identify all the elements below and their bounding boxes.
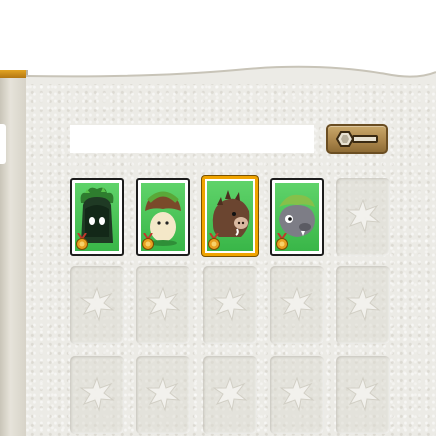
empty-card-slot[interactable] (70, 356, 124, 434)
empty-card-slot[interactable] (336, 356, 390, 434)
card-grid (68, 176, 392, 436)
leaf-emblem-icon (79, 286, 115, 322)
empty-card-slot[interactable] (270, 356, 324, 434)
medal-icon (142, 233, 154, 250)
magnifier-icon (335, 131, 378, 147)
mushmom-sprout-art (141, 183, 185, 251)
iron-hog-art (275, 183, 319, 251)
medal-icon (276, 233, 288, 250)
leaf-emblem-icon (345, 286, 381, 322)
empty-card-slot[interactable] (70, 266, 124, 344)
monster-card-mushmom-sprout[interactable] (136, 178, 190, 256)
empty-card-slot[interactable] (136, 356, 190, 434)
search-button[interactable] (326, 124, 388, 154)
monster-card-iron-hog[interactable] (270, 178, 324, 256)
empty-card-slot[interactable] (203, 266, 257, 344)
empty-card-slot[interactable] (136, 266, 190, 344)
empty-card-slot[interactable] (203, 356, 257, 434)
leaf-emblem-icon (212, 286, 248, 322)
book-tab[interactable] (0, 124, 6, 164)
empty-card-slot[interactable] (336, 266, 390, 344)
book-spine (0, 70, 28, 436)
leaf-emblem-icon (279, 376, 315, 412)
search-input[interactable] (70, 125, 314, 153)
leaf-emblem-icon (212, 376, 248, 412)
monster-card-dark-stump[interactable] (70, 178, 124, 256)
page-curl (26, 65, 436, 84)
gold-trim (0, 70, 26, 78)
leaf-emblem-icon (79, 376, 115, 412)
leaf-emblem-icon (279, 286, 315, 322)
leaf-emblem-icon (345, 376, 381, 412)
monster-book-window (0, 0, 436, 436)
monster-card-wild-boar[interactable] (202, 176, 258, 256)
empty-card-slot[interactable] (336, 178, 390, 256)
leaf-emblem-icon (145, 286, 181, 322)
medal-icon (208, 233, 220, 250)
empty-card-slot[interactable] (270, 266, 324, 344)
medal-icon (76, 233, 88, 250)
leaf-emblem-icon (145, 376, 181, 412)
leaf-emblem-icon (345, 198, 381, 234)
wild-boar-art (207, 181, 253, 251)
dark-stump-art (75, 183, 119, 251)
